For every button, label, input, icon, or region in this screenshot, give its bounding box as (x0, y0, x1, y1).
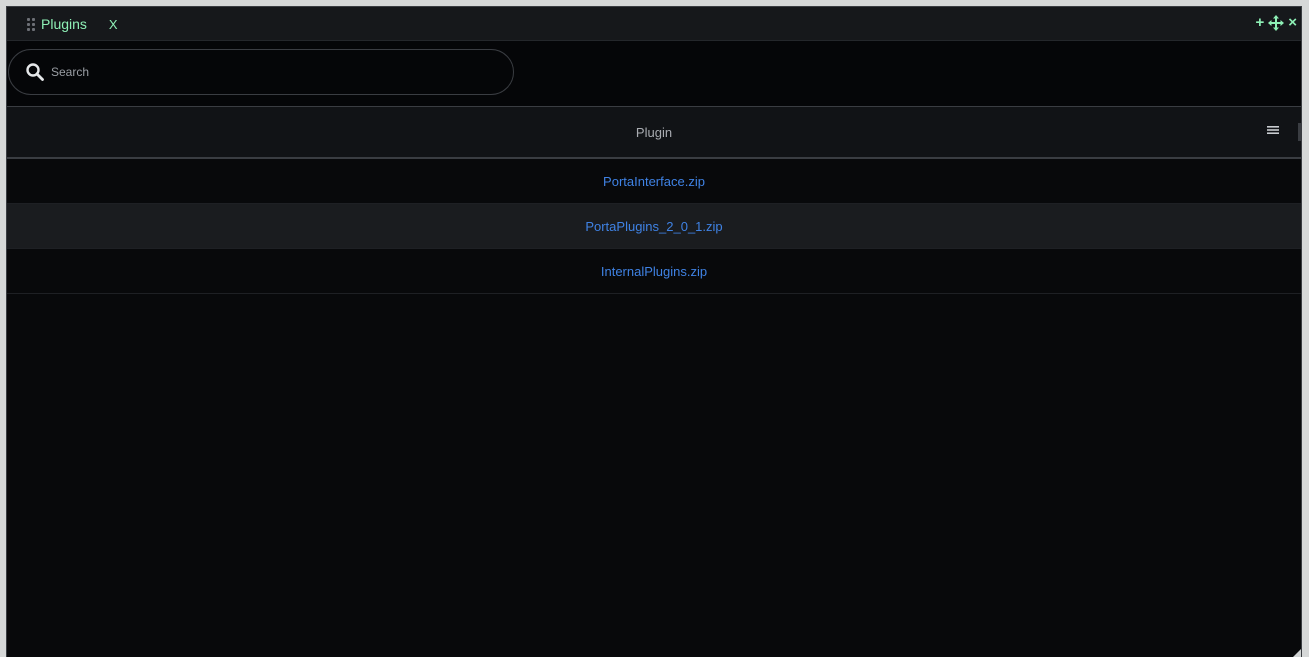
table-row[interactable]: InternalPlugins.zip (7, 249, 1301, 294)
tab-plugins[interactable]: Plugins X (27, 15, 118, 33)
table-header: Plugin (7, 106, 1301, 159)
plugin-link[interactable]: PortaPlugins_2_0_1.zip (585, 219, 722, 234)
table-row[interactable]: PortaPlugins_2_0_1.zip (7, 204, 1301, 249)
column-menu-icon[interactable] (1267, 123, 1279, 137)
tab-label: Plugins (41, 16, 87, 32)
close-icon[interactable]: × (1288, 14, 1297, 32)
search-box[interactable] (8, 49, 514, 95)
column-resize-handle[interactable] (1298, 123, 1301, 141)
plugin-table: Plugin PortaInterface.zip PortaPlugins_2… (7, 106, 1301, 294)
move-icon[interactable] (1268, 15, 1285, 31)
search-input[interactable] (49, 64, 473, 80)
column-header-plugin[interactable]: Plugin (7, 125, 1301, 140)
search-area (7, 41, 1301, 107)
plugins-panel: Plugins X + × Search Plugin PortaInterfa… (6, 6, 1302, 657)
title-bar: Plugins X + × (7, 7, 1301, 41)
window-controls: + × (1255, 14, 1297, 32)
search-icon (26, 63, 44, 81)
tab-close-button[interactable]: X (109, 17, 118, 32)
plugin-link[interactable]: PortaInterface.zip (603, 174, 705, 189)
add-icon[interactable]: + (1255, 14, 1264, 32)
plugin-link[interactable]: InternalPlugins.zip (601, 264, 707, 279)
table-row[interactable]: PortaInterface.zip (7, 159, 1301, 204)
drag-handle-icon[interactable] (27, 17, 35, 31)
resize-grip[interactable] (1293, 649, 1301, 657)
